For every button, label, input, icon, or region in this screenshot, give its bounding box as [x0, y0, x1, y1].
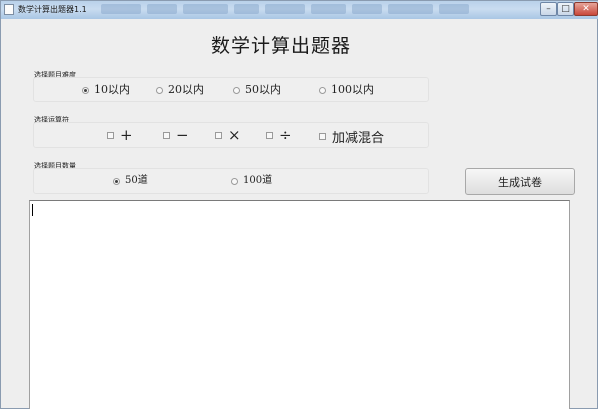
count-group: 50道 100道 [33, 168, 429, 194]
difficulty-option-label: 50以内 [245, 83, 281, 96]
radio-icon [233, 86, 240, 94]
operator-multiply-checkbox[interactable]: × [215, 127, 241, 143]
operator-mixed-checkbox[interactable]: 加减混合 [319, 127, 384, 146]
radio-icon [156, 86, 163, 94]
operator-minus-checkbox[interactable]: − [163, 127, 189, 143]
operators-group: + − × ÷ 加减混合 [33, 122, 429, 148]
minimize-button[interactable]: – [540, 2, 557, 16]
text-caret [32, 204, 33, 216]
maximize-button[interactable]: □ [557, 2, 574, 16]
app-heading: 数学计算出题器 [210, 35, 351, 57]
radio-icon [231, 177, 238, 185]
minimize-icon: – [546, 4, 551, 14]
radio-selected-icon [82, 86, 89, 94]
checkbox-icon [215, 131, 222, 139]
multiply-icon: × [228, 126, 241, 144]
checkbox-icon [107, 131, 114, 139]
count-option-label: 100道 [243, 175, 273, 186]
checkbox-icon [163, 131, 170, 139]
close-icon: ✕ [582, 4, 590, 14]
difficulty-option-100[interactable]: 100以内 [319, 83, 374, 97]
count-option-50[interactable]: 50道 [113, 174, 148, 188]
count-option-100[interactable]: 100道 [231, 174, 272, 188]
count-option-label: 50道 [125, 175, 148, 186]
window-title: 数学计算出题器1.1 [18, 5, 87, 14]
app-window: 数学计算出题器1.1 – □ ✕ 数学计算出题器 选择题目难度 10以内 20以… [0, 0, 598, 409]
background-taskbar-ghost [101, 4, 521, 16]
radio-icon [319, 86, 326, 94]
divide-icon: ÷ [279, 126, 292, 144]
plus-icon: + [120, 126, 133, 144]
difficulty-option-label: 20以内 [168, 83, 204, 96]
minus-icon: − [176, 126, 189, 144]
operator-divide-checkbox[interactable]: ÷ [266, 127, 292, 143]
generate-paper-button[interactable]: 生成试卷 [465, 168, 575, 195]
close-button[interactable]: ✕ [574, 2, 598, 16]
operator-plus-checkbox[interactable]: + [107, 127, 133, 143]
radio-selected-icon [113, 177, 120, 185]
operator-mixed-label: 加减混合 [332, 131, 385, 146]
difficulty-option-10[interactable]: 10以内 [82, 83, 130, 97]
checkbox-icon [319, 133, 326, 140]
maximize-icon: □ [561, 4, 570, 14]
difficulty-option-label: 100以内 [331, 83, 374, 96]
checkbox-icon [266, 131, 273, 139]
difficulty-option-label: 10以内 [94, 83, 130, 96]
difficulty-option-20[interactable]: 20以内 [156, 83, 204, 97]
difficulty-option-50[interactable]: 50以内 [233, 83, 281, 97]
app-icon [4, 4, 14, 15]
output-textarea[interactable] [29, 200, 570, 409]
difficulty-group: 10以内 20以内 50以内 100以内 [33, 77, 429, 102]
title-bar[interactable]: 数学计算出题器1.1 – □ ✕ [1, 1, 598, 19]
